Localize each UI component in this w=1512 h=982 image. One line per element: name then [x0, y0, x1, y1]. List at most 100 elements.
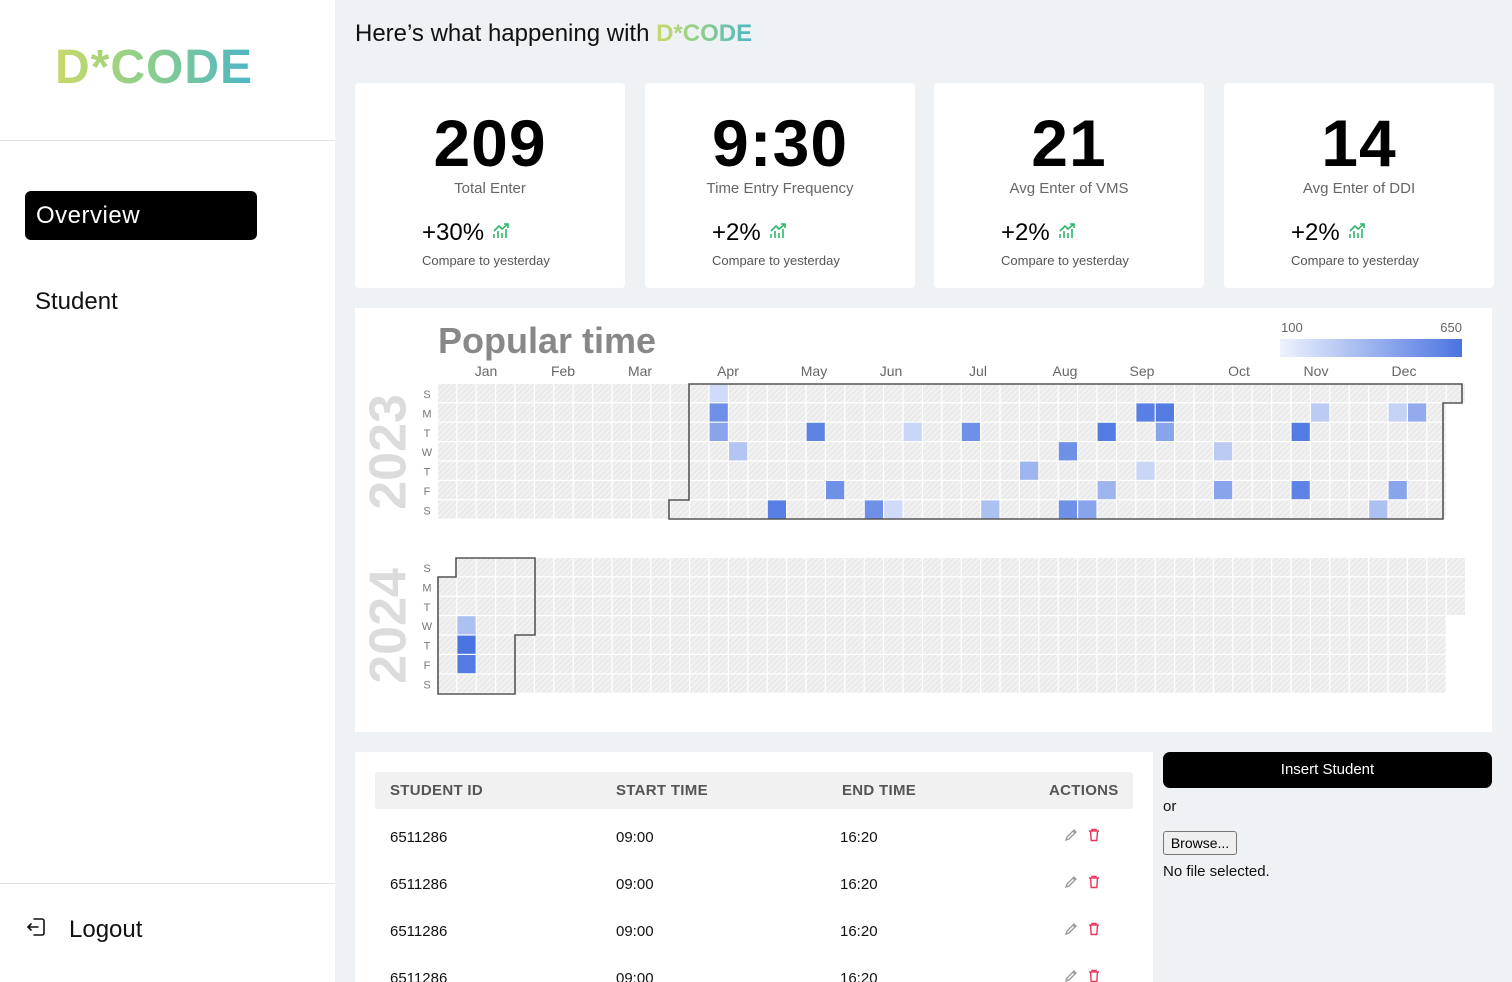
heatmap-data-cell	[1136, 403, 1155, 422]
heatmap-cell	[845, 577, 864, 596]
stat-compare: Compare to yesterday	[1291, 253, 1419, 268]
heatmap-cell	[1408, 384, 1427, 403]
delete-icon[interactable]	[1087, 828, 1101, 846]
heatmap-cell	[670, 596, 689, 615]
heatmap-cell	[1058, 558, 1077, 577]
heatmap-cell	[476, 655, 495, 674]
heatmap-cell	[1330, 500, 1349, 519]
heatmap-cell	[806, 461, 825, 480]
heatmap-cell	[1252, 481, 1271, 500]
heatmap-cell	[1155, 577, 1174, 596]
heatmap-cell	[709, 655, 728, 674]
heatmap-cell	[1020, 403, 1039, 422]
heatmap-cell	[1252, 422, 1271, 441]
table-row: 6511286 09:00 16:20	[375, 814, 1133, 861]
nav-student[interactable]: Student	[35, 288, 118, 316]
heatmap-cell	[457, 461, 476, 480]
heatmap-cell	[438, 422, 457, 441]
heatmap-cell	[1369, 558, 1388, 577]
month-label: Dec	[1392, 363, 1417, 379]
delete-icon[interactable]	[1087, 922, 1101, 940]
heatmap-cell	[767, 442, 786, 461]
heatmap-data-cell	[1369, 500, 1388, 519]
legend-min-label: 100	[1281, 320, 1303, 335]
heatmap-cell	[1000, 461, 1019, 480]
heatmap-cell	[1311, 422, 1330, 441]
heatmap-cell	[651, 577, 670, 596]
heatmap-cell	[1369, 403, 1388, 422]
heatmap-cell	[632, 442, 651, 461]
heatmap-cell	[1388, 616, 1407, 635]
heatmap-cell	[632, 596, 651, 615]
insert-student-button[interactable]: Insert Student	[1163, 752, 1492, 788]
month-label: Jul	[969, 363, 987, 379]
heatmap-cell	[942, 577, 961, 596]
edit-icon[interactable]	[1064, 828, 1078, 846]
heatmap-cell	[1408, 558, 1427, 577]
heatmap-cell	[1155, 384, 1174, 403]
heatmap-cell	[496, 403, 515, 422]
browse-file-button[interactable]: Browse...	[1163, 831, 1237, 855]
heatmap-cell	[1330, 403, 1349, 422]
edit-icon[interactable]	[1064, 922, 1078, 940]
heatmap-cell	[767, 422, 786, 441]
heatmap-cell	[690, 422, 709, 441]
heatmap-cell	[476, 481, 495, 500]
heatmap-data-cell	[1155, 422, 1174, 441]
heatmap-cell	[1272, 500, 1291, 519]
heatmap-cell	[496, 558, 515, 577]
heatmap-title: Popular time	[438, 320, 656, 361]
heatmap-cell	[476, 422, 495, 441]
heatmap-cell	[496, 422, 515, 441]
heatmap-cell	[1408, 481, 1427, 500]
heatmap-cell	[1214, 500, 1233, 519]
heatmap-cell	[535, 577, 554, 596]
heatmap-cell	[1058, 577, 1077, 596]
heatmap-cell	[593, 461, 612, 480]
heatmap-cell	[1194, 481, 1213, 500]
heatmap-cell	[535, 384, 554, 403]
heatmap-cell	[709, 635, 728, 654]
heatmap-cell	[1194, 384, 1213, 403]
heatmap-data-cell	[806, 422, 825, 441]
heatmap-cell	[826, 596, 845, 615]
heatmap-cell	[942, 500, 961, 519]
heatmap-cell	[632, 481, 651, 500]
delete-icon[interactable]	[1087, 875, 1101, 893]
heatmap-cell	[1078, 558, 1097, 577]
heatmap-cell	[903, 635, 922, 654]
heatmap-cell	[1369, 442, 1388, 461]
nav-overview[interactable]: Overview	[25, 191, 257, 240]
delete-icon[interactable]	[1087, 969, 1101, 982]
heatmap-cell	[903, 403, 922, 422]
heatmap-cell	[767, 403, 786, 422]
edit-icon[interactable]	[1064, 875, 1078, 893]
edit-icon[interactable]	[1064, 969, 1078, 982]
stat-compare: Compare to yesterday	[1001, 253, 1129, 268]
cell-student-id: 6511286	[390, 829, 448, 846]
heatmap-cell	[612, 422, 631, 441]
heatmap-cell	[1020, 384, 1039, 403]
heatmap-cell	[942, 558, 961, 577]
heatmap-cell	[942, 655, 961, 674]
heatmap-cell	[1194, 577, 1213, 596]
heatmap-data-cell	[826, 481, 845, 500]
heatmap-cell	[864, 577, 883, 596]
heatmap-cell	[1349, 500, 1368, 519]
heatmap-cell	[806, 635, 825, 654]
heatmap-cell	[593, 655, 612, 674]
month-label: Sep	[1130, 363, 1155, 379]
heatmap-cell	[787, 577, 806, 596]
heatmap-cell	[709, 500, 728, 519]
logout-button[interactable]: Logout	[25, 915, 142, 944]
heatmap-cell	[923, 616, 942, 635]
heatmap-cell	[806, 481, 825, 500]
stat-compare: Compare to yesterday	[422, 253, 550, 268]
heatmap-cell	[515, 403, 534, 422]
heatmap-cell	[729, 655, 748, 674]
stat-change: +30%	[422, 219, 510, 247]
heatmap-cell	[690, 596, 709, 615]
heatmap-cell	[1427, 596, 1446, 615]
heatmap-cell	[748, 596, 767, 615]
heatmap-cell	[787, 403, 806, 422]
